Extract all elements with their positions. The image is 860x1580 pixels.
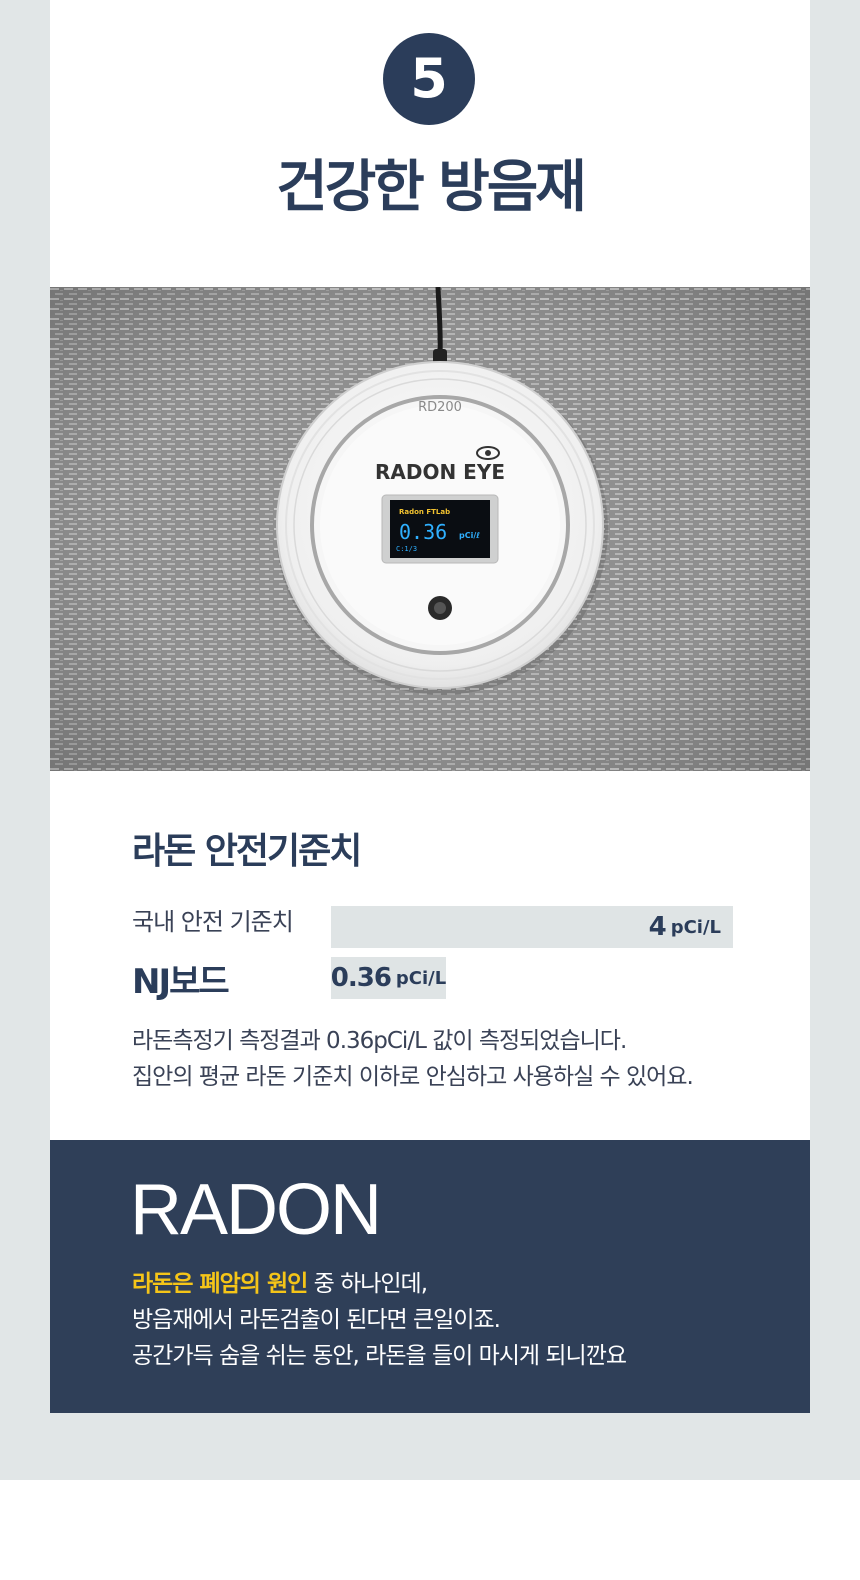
lung-cancer-highlight: 라돈은 폐암의 원인 — [132, 1271, 308, 1297]
measurement-description: 라돈측정기 측정결과 0.36pCi/L 값이 측정되었습니다. 집안의 평균 … — [132, 1023, 802, 1095]
description-line: 라돈측정기 측정결과 0.36pCi/L 값이 측정되었습니다. — [132, 1028, 627, 1054]
domestic-standard-label: 국내 안전 기준치 — [132, 908, 294, 936]
radon-info-line: 공간가득 숨을 쉬는 동안, 라돈을 들이 마시게 되니깐요 — [132, 1343, 627, 1369]
device-brand-label: RADON EYE — [375, 460, 505, 484]
device-model-label: RD200 — [418, 400, 462, 415]
safety-standard-title: 라돈 안전기준치 — [132, 831, 362, 872]
content-card: 5 건강한 방음재 RD200 RADON EYE Radon FTLab 0.… — [50, 0, 810, 1413]
domestic-standard-bar: 4 pCi/L — [331, 906, 733, 948]
radon-info-line: 방음재에서 라돈검출이 된다면 큰일이죠. — [132, 1307, 501, 1333]
description-line: 집안의 평균 라돈 기준치 이하로 안심하고 사용하실 수 있어요. — [132, 1064, 694, 1090]
nj-board-unit: pCi/L — [395, 967, 447, 989]
nj-board-label: NJ보드 — [132, 962, 230, 1002]
device-power-button — [428, 596, 452, 620]
screen-status: C:1/3 — [396, 545, 417, 553]
radon-info-text: 라돈은 폐암의 원인 중 하나인데, 방음재에서 라돈검출이 된다면 큰일이죠.… — [132, 1266, 792, 1374]
domestic-standard-unit: pCi/L — [670, 916, 721, 938]
nj-board-value: 0.36 — [330, 963, 392, 993]
screen-unit: pCi/ℓ — [459, 531, 480, 540]
step-number-badge: 5 — [383, 33, 475, 125]
page-title: 건강한 방음재 — [276, 155, 587, 220]
domestic-standard-value: 4 — [648, 912, 667, 942]
radon-meter-illustration: RD200 RADON EYE Radon FTLab 0.36 pCi/ℓ C… — [50, 287, 810, 771]
radon-meter-photo: RD200 RADON EYE Radon FTLab 0.36 pCi/ℓ C… — [50, 287, 810, 771]
screen-value: 0.36 — [399, 520, 447, 544]
radon-info-line: 라돈은 폐암의 원인 중 하나인데, — [132, 1266, 792, 1302]
screen-brand: Radon FTLab — [399, 508, 450, 516]
nj-board-bar: 0.36 pCi/L — [331, 957, 446, 999]
radon-heading: RADON — [130, 1170, 382, 1250]
page-footer-space — [0, 1480, 860, 1580]
radon-info-line-rest: 중 하나인데, — [307, 1271, 428, 1297]
radon-info-panel: RADON 라돈은 폐암의 원인 중 하나인데, 방음재에서 라돈검출이 된다면… — [50, 1140, 810, 1413]
